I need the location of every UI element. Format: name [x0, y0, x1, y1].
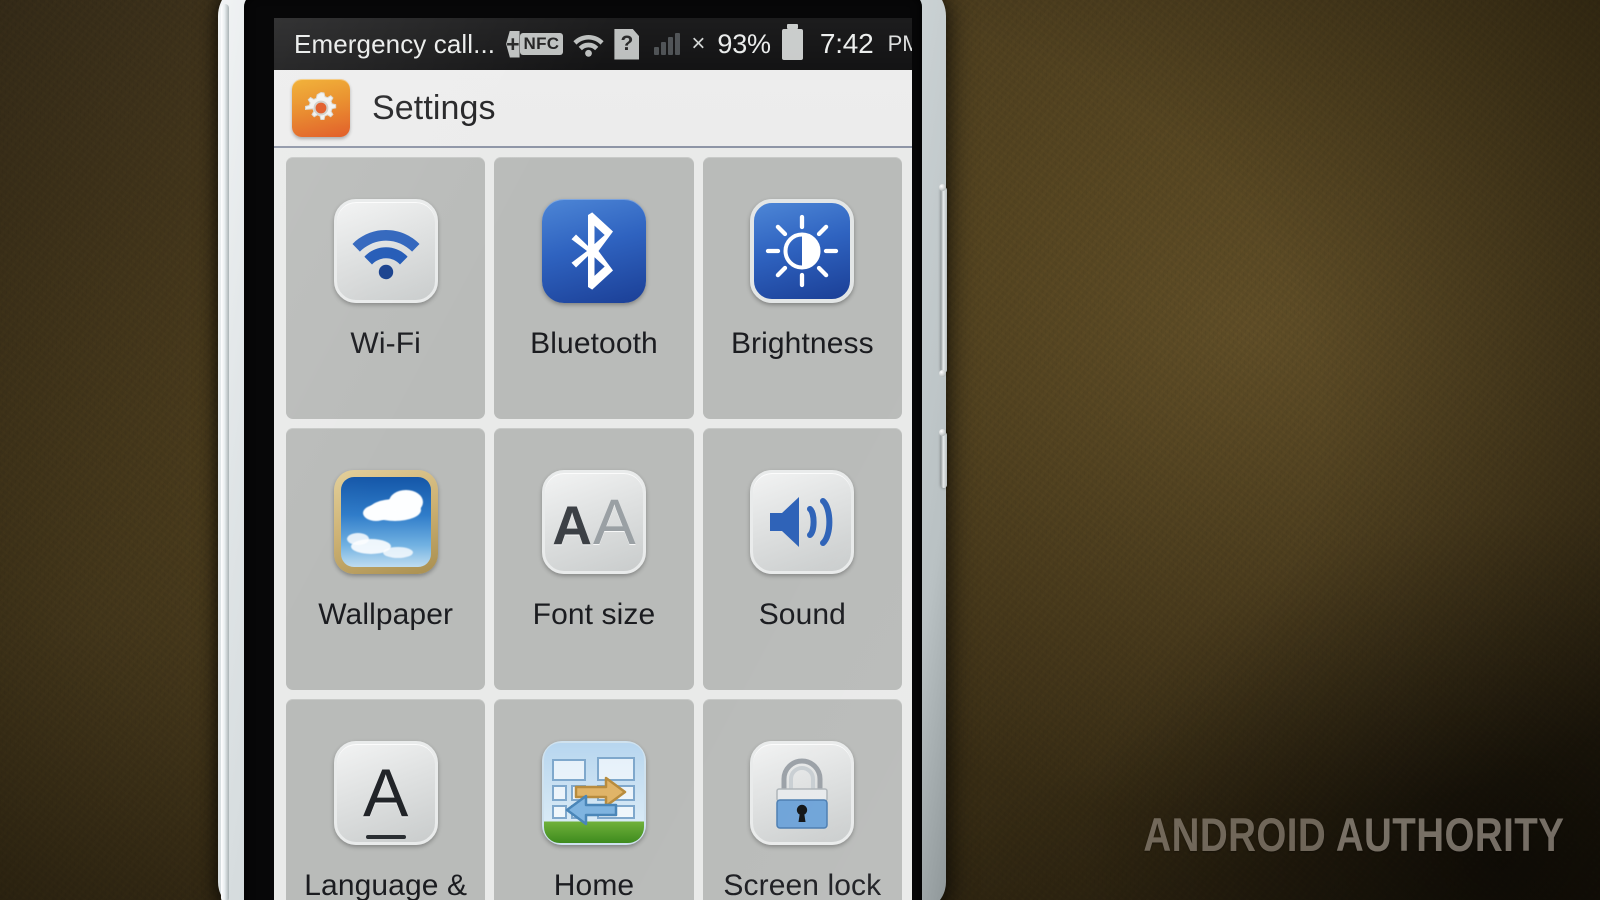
bluetooth-icon [541, 199, 646, 303]
app-header: Settings [274, 70, 912, 148]
phone-body: Emergency call... + NFC ? × 93% 7:42 PM … [218, 0, 947, 900]
settings-tile-screen-lock[interactable]: Screen lock [702, 699, 902, 900]
volume-rocker-button[interactable] [941, 187, 947, 373]
home-screen-switch-icon [541, 741, 646, 845]
signal-bars-icon [654, 33, 681, 55]
settings-tile-wallpaper[interactable]: Wallpaper [286, 428, 486, 690]
watermark-word-1: ANDROID [1143, 808, 1326, 861]
volume-button-bottom-dot [939, 370, 946, 377]
font-size-aa-icon: AA [541, 470, 646, 574]
status-icons-group: NFC ? × 93% 7:42 PM [519, 23, 912, 60]
wallpaper-sky-image [340, 477, 431, 567]
font-size-small-a: A [552, 494, 592, 556]
wifi-icon [572, 31, 605, 57]
settings-gear-icon [292, 79, 350, 137]
settings-tile-label: Screen lock [723, 869, 882, 900]
font-size-large-a: A [593, 486, 636, 558]
padlock-icon [750, 741, 855, 845]
clock-time: 7:42 [819, 28, 874, 59]
phone-bezel: Emergency call... + NFC ? × 93% 7:42 PM … [244, 0, 922, 900]
settings-tile-label: Bluetooth [530, 327, 658, 360]
watermark-word-2: AUTHORITY [1335, 808, 1564, 861]
settings-tile-label: Brightness [730, 327, 874, 360]
nfc-icon: NFC [519, 33, 564, 55]
page-title: Settings [372, 88, 496, 127]
settings-tile-brightness[interactable]: Brightness [702, 157, 902, 419]
power-button-dot [939, 429, 946, 436]
settings-tile-sound[interactable]: Sound [702, 428, 902, 690]
wifi-icon [333, 199, 438, 303]
settings-tile-label: Wi-Fi [350, 327, 421, 360]
settings-tile-label: Font size [532, 598, 656, 631]
more-notifications-plus-icon: + [506, 30, 520, 58]
power-button[interactable] [941, 432, 947, 488]
settings-tile-label: Sound [758, 598, 846, 631]
volume-button-top-dot [939, 184, 946, 191]
settings-tile-wifi[interactable]: Wi-Fi [286, 157, 486, 419]
settings-tile-home[interactable]: Home [494, 699, 694, 900]
settings-tile-font-size[interactable]: AA Font size [494, 428, 694, 690]
settings-tile-label: Language & [304, 869, 468, 900]
settings-tile-label: Home [553, 869, 635, 900]
language-letter-a-glyph: A [362, 755, 409, 839]
sim-card-question-icon: ? [614, 28, 640, 60]
status-bar: Emergency call... + NFC ? × 93% 7:42 PM [274, 18, 912, 70]
watermark: ANDROID AUTHORITY [1143, 807, 1564, 862]
settings-tile-bluetooth[interactable]: Bluetooth [494, 157, 694, 419]
language-letter-a-icon: A [333, 741, 438, 845]
wallpaper-sky-icon [333, 470, 438, 574]
home-screen-image [541, 741, 646, 845]
settings-tile-language[interactable]: A Language & [286, 699, 486, 900]
carrier-label: Emergency call... [294, 28, 496, 59]
clock-meridiem: PM [887, 31, 912, 56]
phone-screen: Emergency call... + NFC ? × 93% 7:42 PM … [274, 18, 912, 900]
brightness-sun-icon [750, 199, 855, 303]
battery-percent-label: 93% [717, 28, 771, 59]
no-service-x-icon: × [691, 30, 706, 57]
speaker-volume-icon [750, 470, 855, 574]
settings-tile-label: Wallpaper [318, 598, 454, 631]
settings-grid: Wi-Fi Bluetooth Brightness Wallpaper A A… [274, 148, 912, 900]
battery-full-icon [781, 23, 803, 60]
